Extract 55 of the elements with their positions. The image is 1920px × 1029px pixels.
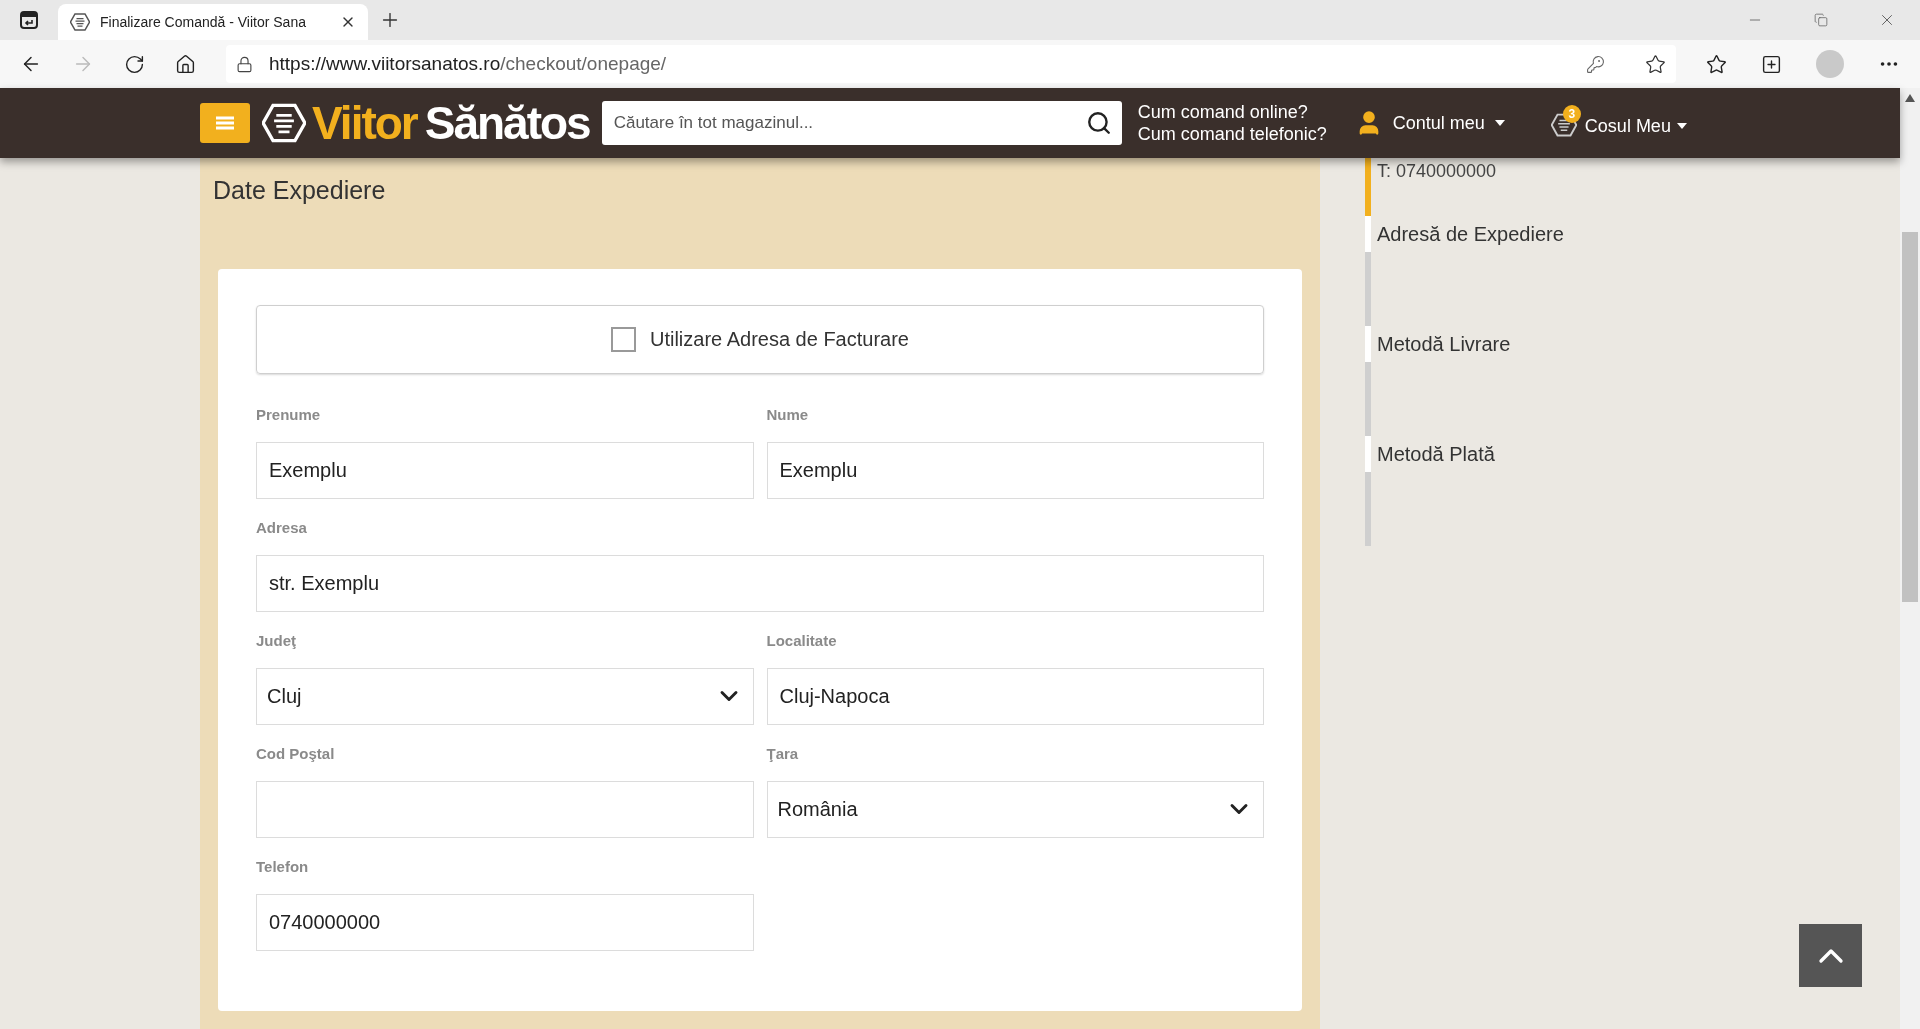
checkbox[interactable] bbox=[611, 326, 636, 352]
field-label: Judeţ bbox=[256, 630, 297, 651]
select-field[interactable]: Cluj bbox=[256, 667, 754, 725]
help-link[interactable]: Cum comand online? bbox=[1137, 101, 1327, 123]
caret-icon bbox=[1494, 120, 1505, 126]
step-marker bbox=[1365, 326, 1371, 362]
reload-icon[interactable] bbox=[124, 53, 145, 75]
search-field[interactable]: Căutare în tot magazinul... bbox=[601, 101, 1076, 145]
account-menu[interactable]: Contul meu bbox=[1354, 109, 1505, 137]
search-icon bbox=[1085, 110, 1112, 136]
search-button[interactable] bbox=[1075, 101, 1122, 145]
billing-toggle[interactable]: Utilizare Adresa de Facturare bbox=[256, 304, 1264, 374]
step-title[interactable]: Metodă Plată bbox=[1377, 436, 1495, 472]
step-marker bbox=[1365, 436, 1371, 472]
browser-tab[interactable]: Finalizare Comandă - Viitor Sana bbox=[58, 4, 368, 40]
site-logo[interactable]: Viitor Sănătos bbox=[312, 100, 590, 146]
scrollbar-thumb[interactable] bbox=[1902, 232, 1918, 602]
collections-icon[interactable] bbox=[1761, 53, 1782, 75]
select-field[interactable]: România bbox=[766, 780, 1264, 838]
key-icon[interactable] bbox=[1586, 54, 1605, 74]
site-icon bbox=[70, 13, 90, 31]
menu-icon bbox=[216, 116, 234, 130]
step-marker bbox=[1365, 216, 1371, 252]
help-link[interactable]: Cum comand telefonic? bbox=[1137, 123, 1327, 145]
input-field[interactable]: Exemplu bbox=[256, 441, 754, 499]
input-field[interactable]: str. Exemplu bbox=[256, 554, 1264, 612]
url-field[interactable]: https://www.viitorsanatos.ro/checkout/onepage/ bbox=[226, 45, 1676, 83]
step-detail: T: 0740000000 bbox=[1377, 160, 1497, 183]
field-label: Adresa bbox=[256, 517, 308, 538]
field-label: Ţara bbox=[766, 743, 800, 764]
input-field[interactable] bbox=[256, 780, 754, 838]
step-title[interactable]: Adresă de Expediere bbox=[1377, 216, 1564, 252]
logo-icon bbox=[262, 103, 306, 143]
favorites-icon[interactable] bbox=[1706, 53, 1727, 75]
restore-icon[interactable] bbox=[1814, 13, 1828, 27]
scroll-up-icon[interactable] bbox=[1905, 94, 1915, 102]
input-field[interactable]: 0740000000 bbox=[256, 893, 754, 951]
lock-icon bbox=[236, 55, 253, 73]
add-favorite-icon[interactable] bbox=[1645, 53, 1666, 75]
home-icon[interactable] bbox=[175, 53, 196, 75]
field-label: Nume bbox=[766, 404, 810, 425]
scrollbar[interactable] bbox=[1900, 88, 1920, 1029]
caret-icon bbox=[1676, 123, 1687, 129]
cart-menu[interactable]: 3 Cosul Meu bbox=[1550, 102, 1687, 144]
field-label: Cod Poştal bbox=[256, 743, 336, 764]
tab-actions-icon[interactable] bbox=[19, 10, 39, 30]
field-label: Prenume bbox=[256, 404, 322, 425]
back-to-top-button[interactable] bbox=[1799, 924, 1862, 987]
field-label: Telefon bbox=[256, 856, 310, 877]
input-field[interactable]: Exemplu bbox=[766, 441, 1264, 499]
section-title: Date Expediere bbox=[213, 175, 387, 206]
input-field[interactable]: Cluj-Napoca bbox=[766, 667, 1264, 725]
step-title[interactable]: Metodă Livrare bbox=[1377, 326, 1511, 362]
field-label: Localitate bbox=[766, 630, 838, 651]
cart-count-badge: 3 bbox=[1562, 105, 1581, 123]
